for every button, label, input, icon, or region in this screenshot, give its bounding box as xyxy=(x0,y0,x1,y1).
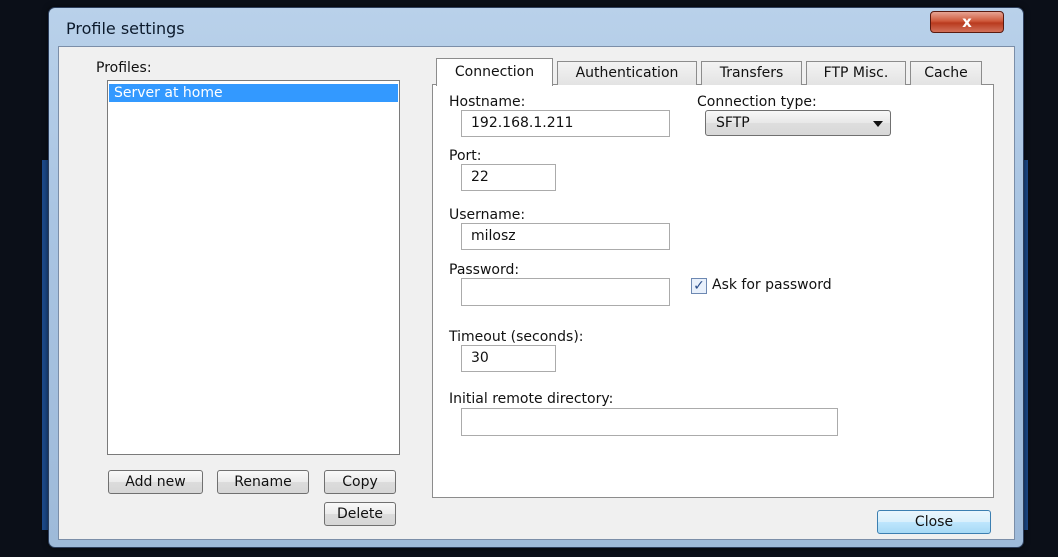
username-input[interactable]: milosz xyxy=(461,223,670,250)
initial-remote-directory-input[interactable] xyxy=(461,408,838,436)
delete-button[interactable]: Delete xyxy=(324,502,396,526)
list-item[interactable]: Server at home xyxy=(109,84,398,102)
initial-remote-directory-label: Initial remote directory: xyxy=(449,391,614,407)
add-new-button[interactable]: Add new xyxy=(108,470,203,494)
timeout-label: Timeout (seconds): xyxy=(449,329,584,345)
username-label: Username: xyxy=(449,207,526,223)
window-title: Profile settings xyxy=(66,19,185,38)
rename-button[interactable]: Rename xyxy=(217,470,309,494)
ask-for-password-label: Ask for password xyxy=(712,277,832,293)
port-label: Port: xyxy=(449,148,482,164)
tab-connection[interactable]: Connection xyxy=(436,58,553,86)
tab-transfers[interactable]: Transfers xyxy=(701,61,802,85)
tab-authentication[interactable]: Authentication xyxy=(557,61,697,85)
connection-type-label: Connection type: xyxy=(697,94,817,110)
hostname-label: Hostname: xyxy=(449,94,526,110)
profiles-label: Profiles: xyxy=(96,60,152,76)
tab-cache[interactable]: Cache xyxy=(910,61,982,85)
window-close-button[interactable]: x xyxy=(930,11,1004,33)
port-input[interactable]: 22 xyxy=(461,164,556,191)
close-button[interactable]: Close xyxy=(877,510,991,534)
timeout-input[interactable]: 30 xyxy=(461,345,556,372)
hostname-input[interactable]: 192.168.1.211 xyxy=(461,110,670,137)
chevron-down-icon xyxy=(873,121,883,127)
tab-ftp-misc[interactable]: FTP Misc. xyxy=(806,61,906,85)
profiles-list[interactable] xyxy=(107,80,400,455)
connection-type-value: SFTP xyxy=(716,115,750,131)
password-label: Password: xyxy=(449,262,520,278)
password-input[interactable] xyxy=(461,278,670,306)
connection-type-select[interactable]: SFTP xyxy=(705,110,891,136)
copy-button[interactable]: Copy xyxy=(324,470,396,494)
ask-for-password-checkbox[interactable]: ✓ xyxy=(691,278,707,294)
